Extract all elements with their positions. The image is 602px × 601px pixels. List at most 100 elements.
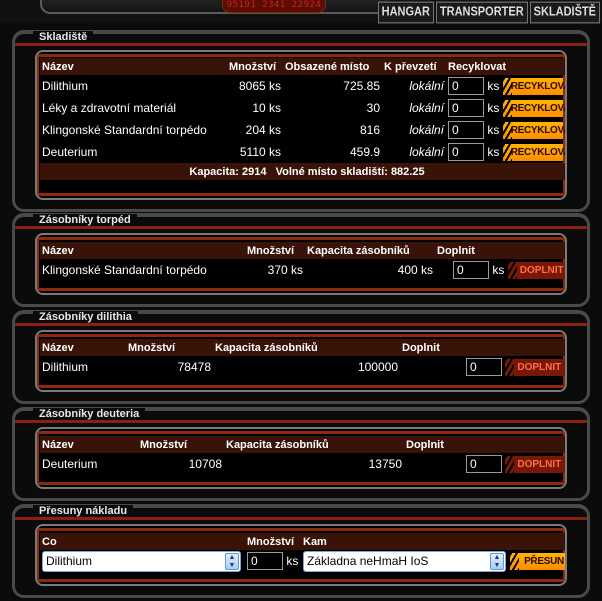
item-space: 816 <box>359 123 380 137</box>
refill-qty-input[interactable] <box>466 358 502 376</box>
refill-cell: DOPLNIT <box>404 453 565 475</box>
item-qty: 10 ks <box>252 101 281 115</box>
item-qty: 204 ks <box>245 123 281 137</box>
where-select[interactable]: Základna neHmaH IoS ▲ ▼ <box>303 550 506 572</box>
recycle-button[interactable]: RECYKLOVAT <box>502 99 565 117</box>
dilithium-panel: Zásobníky dilithia Název Množství Kapaci… <box>12 310 590 404</box>
transfer-button[interactable]: PŘESUN <box>510 552 565 570</box>
storage-title: Skladiště <box>33 31 94 43</box>
item-name: Klingonské Standardní torpédo <box>42 123 207 137</box>
item-qty: 370 ks <box>267 263 303 277</box>
col-space: Obsazené místo <box>283 58 382 75</box>
storage-summary: Kapacita: 2914 Volné místo skladiští: 88… <box>40 163 565 180</box>
item-name: Deuterium <box>42 145 98 159</box>
item-space: 30 <box>366 101 380 115</box>
unit-label: ks <box>487 101 500 115</box>
col-name: Název <box>40 339 126 356</box>
torpedo-title: Zásobníky torpéd <box>33 214 137 226</box>
item-space: 459.9 <box>349 145 380 159</box>
what-cell: Dilithium ▲ ▼ <box>40 550 245 572</box>
storage-table: Název Množství Obsazené místo K převzetí… <box>40 58 565 180</box>
item-space: 725.85 <box>343 79 380 93</box>
col-capacity: Kapacita zásobníků <box>213 339 400 356</box>
transfer-qty-input[interactable] <box>247 552 283 570</box>
top-bar: 95191 2341 22924 HANGAR TRANSPORTER SKLA… <box>0 0 602 24</box>
col-what: Co <box>40 533 245 550</box>
col-capacity: Kapacita zásobníků <box>224 436 404 453</box>
table-row: Deuterium 5110 ks 459.9 lokální ks RECYK… <box>40 141 565 163</box>
top-display: 95191 2341 22924 <box>222 0 326 13</box>
refill-cell: ks DOPLNIT <box>435 259 565 281</box>
recycle-cell: ks RECYKLOVAT <box>446 97 565 119</box>
transfer-title: Přesuny nákladu <box>33 505 134 517</box>
transfer-table: Co Množství Kam Dilithium ▲ ▼ 0 ks Zákla… <box>40 533 565 572</box>
refill-button[interactable]: DOPLNIT <box>507 261 565 279</box>
deuterium-panel: Zásobníky deuteria Název Množství Kapaci… <box>12 407 590 501</box>
deuterium-table: Název Množství Kapacita zásobníků Doplni… <box>40 436 565 475</box>
unit-label: ks <box>487 123 500 137</box>
transfer-frame: Co Množství Kam Dilithium ▲ ▼ 0 ks Zákla… <box>35 524 567 586</box>
torpedo-panel: Zásobníky torpéd Název Množství Kapacita… <box>12 213 590 307</box>
storage-summary-row: Kapacita: 2914 Volné místo skladiští: 88… <box>40 163 565 180</box>
col-name: Název <box>40 242 245 259</box>
what-select[interactable]: Dilithium ▲ ▼ <box>42 550 241 572</box>
top-ornament <box>40 0 390 14</box>
item-pickup: lokální <box>409 123 444 137</box>
chevron-updown-icon: ▲ ▼ <box>225 552 239 570</box>
recycle-qty-input[interactable] <box>448 99 484 117</box>
unit-label: ks <box>286 554 299 568</box>
recycle-qty-input[interactable] <box>448 77 484 95</box>
col-recycle: Recyklovat <box>446 58 565 75</box>
col-refill: Doplnit <box>435 242 565 259</box>
item-name: Léky a zdravotní materiál <box>42 101 177 115</box>
item-qty: 5110 ks <box>239 145 281 159</box>
table-row: Dilithium ▲▼ ks Základna neHmaH IoS ▲▼ <box>40 550 565 572</box>
top-nav: HANGAR TRANSPORTER SKLADIŠTĚ <box>377 1 600 24</box>
item-qty: 78478 <box>177 360 211 374</box>
chevron-updown-icon: ▲ ▼ <box>490 552 504 570</box>
recycle-button[interactable]: RECYKLOVAT <box>502 77 565 95</box>
item-pickup: lokální <box>409 145 444 159</box>
table-row: Léky a zdravotní materiál 10 ks 30 lokál… <box>40 97 565 119</box>
item-pickup: lokální <box>409 101 444 115</box>
refill-button[interactable]: DOPLNIT <box>505 358 565 376</box>
col-where: Kam <box>301 533 508 550</box>
recycle-cell: ks RECYKLOVAT <box>446 119 565 141</box>
recycle-qty-input[interactable] <box>448 121 484 139</box>
recycle-button[interactable]: RECYKLOVAT <box>502 143 565 161</box>
col-name: Název <box>40 436 138 453</box>
action-cell: PŘESUN <box>508 550 565 572</box>
where-select-value: Základna neHmaH IoS <box>307 553 429 568</box>
table-row: Deuterium 10708 13750 DOPLNIT <box>40 453 565 475</box>
torpedo-table: Název Množství Kapacita zásobníků Doplni… <box>40 242 565 281</box>
item-name: Dilithium <box>42 79 89 93</box>
qty-cell: ks <box>245 550 301 572</box>
refill-cell: DOPLNIT <box>400 356 565 378</box>
tab-skladiste[interactable]: SKLADIŠTĚ <box>529 1 600 24</box>
tab-hangar[interactable]: HANGAR <box>377 1 434 24</box>
recycle-qty-input[interactable] <box>448 143 484 161</box>
dilithium-title: Zásobníky dilithia <box>33 311 138 323</box>
col-qty: Množství <box>227 58 283 75</box>
refill-qty-input[interactable] <box>453 261 489 279</box>
refill-qty-input[interactable] <box>466 455 502 473</box>
col-refill: Doplnit <box>400 339 565 356</box>
dilithium-table: Název Množství Kapacita zásobníků Doplni… <box>40 339 565 378</box>
item-capacity: 13750 <box>368 457 402 471</box>
col-action <box>508 533 565 550</box>
deuterium-frame: Název Množství Kapacita zásobníků Doplni… <box>35 427 567 489</box>
table-row: Klingonské Standardní torpédo 370 ks 400… <box>40 259 565 281</box>
storage-frame: Název Množství Obsazené místo K převzetí… <box>35 50 567 200</box>
recycle-button[interactable]: RECYKLOVAT <box>502 121 565 139</box>
where-cell: Základna neHmaH IoS ▲ ▼ <box>301 550 508 572</box>
table-row: Klingonské Standardní torpédo 204 ks 816… <box>40 119 565 141</box>
storage-panel: Skladiště Název Množství Obsazené místo … <box>12 30 590 212</box>
refill-button[interactable]: DOPLNIT <box>505 455 565 473</box>
unit-label: ks <box>487 79 500 93</box>
item-qty: 10708 <box>188 457 222 471</box>
col-qty: Množství <box>138 436 224 453</box>
item-pickup: lokální <box>409 79 444 93</box>
recycle-cell: ks RECYKLOVAT <box>446 75 565 97</box>
tab-transporter[interactable]: TRANSPORTER <box>435 1 528 24</box>
col-pickup: K převzetí <box>382 58 446 75</box>
